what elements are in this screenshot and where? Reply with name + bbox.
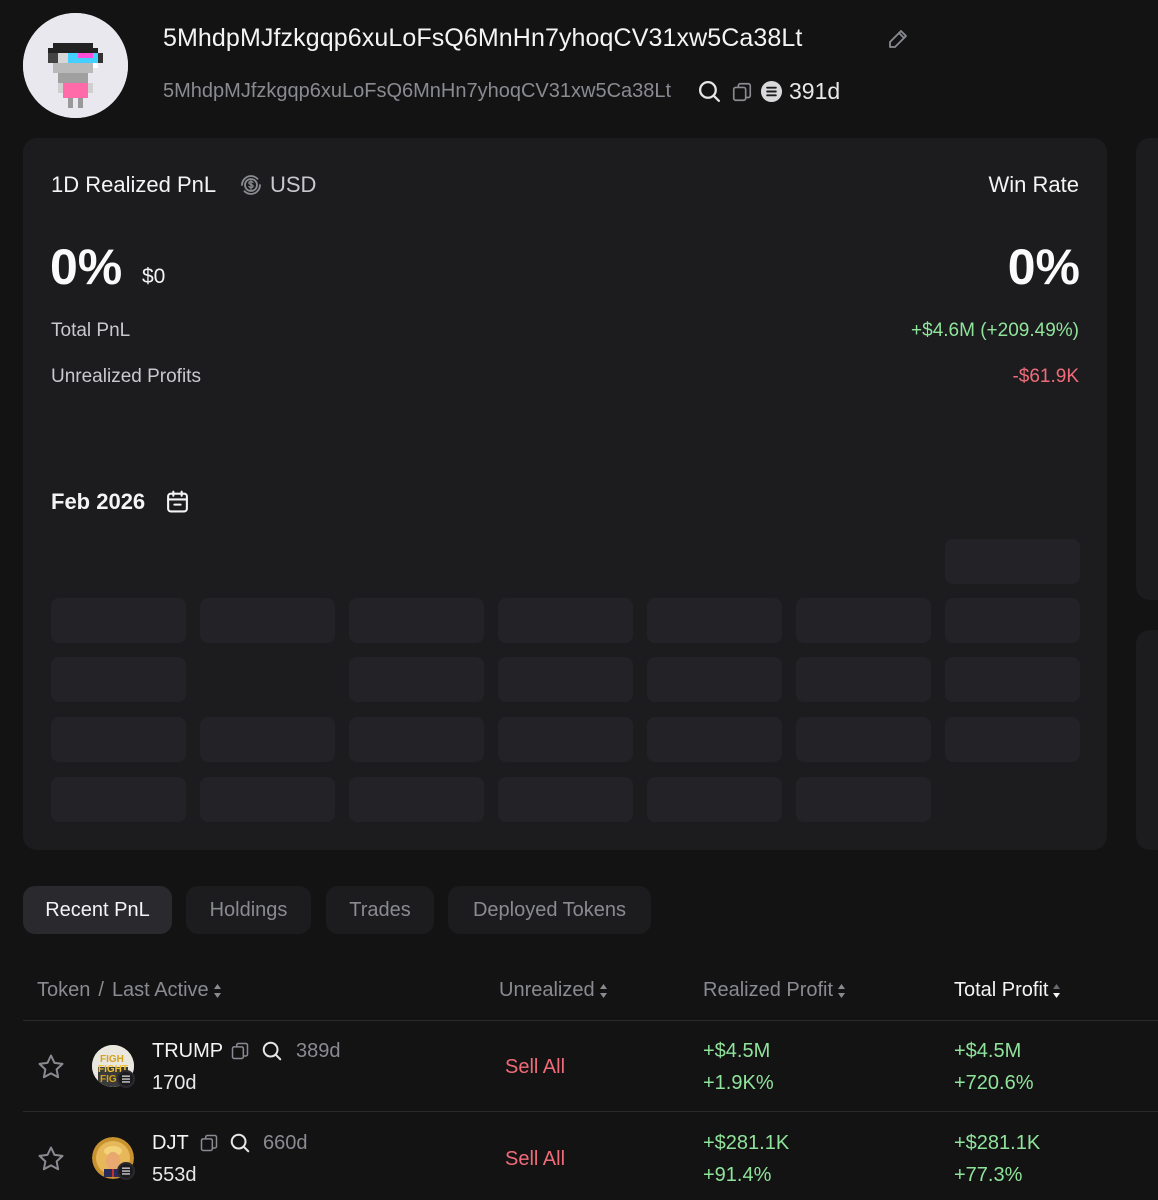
- calendar-day-cell[interactable]: [647, 777, 782, 822]
- calendar-day-cell[interactable]: [945, 598, 1080, 643]
- calendar-day-cell[interactable]: [945, 657, 1080, 702]
- calendar-day-cell[interactable]: [498, 657, 633, 702]
- copy-icon[interactable]: [199, 1133, 219, 1153]
- column-unrealized-label: Unrealized: [499, 979, 595, 1001]
- token-name[interactable]: TRUMP: [152, 1040, 223, 1063]
- realized-profit-usd: +$4.5M: [703, 1040, 771, 1062]
- calendar-day-cell[interactable]: [647, 717, 782, 762]
- sell-all-button[interactable]: Sell All: [505, 1148, 565, 1171]
- realized-pnl-usd: $0: [142, 265, 166, 288]
- calendar-day-cell[interactable]: [498, 717, 633, 762]
- token-age: 389d: [296, 1040, 341, 1062]
- calendar-day-cell[interactable]: [200, 777, 335, 822]
- solana-chain-badge-icon: [117, 1162, 135, 1180]
- copy-icon[interactable]: [230, 1041, 250, 1061]
- tab-recent-pnl[interactable]: Recent PnL: [23, 886, 172, 934]
- sort-icon[interactable]: [837, 983, 846, 999]
- edit-pencil-icon[interactable]: [886, 27, 910, 51]
- last-active: 170d: [152, 1072, 197, 1094]
- column-token-label: Token: [37, 979, 91, 1001]
- row-divider: [23, 1111, 1158, 1112]
- realized-profit-percent: +91.4%: [703, 1164, 772, 1186]
- column-last-active-label: Last Active: [111, 979, 209, 1001]
- token-name[interactable]: DJT: [152, 1132, 189, 1155]
- column-total-profit[interactable]: Total Profit: [954, 979, 1061, 1002]
- calendar-day-cell[interactable]: [796, 598, 931, 643]
- total-profit-percent: +720.6%: [954, 1072, 1034, 1094]
- calendar-day-cell[interactable]: [498, 777, 633, 822]
- solana-icon: [760, 80, 783, 103]
- calendar-day-cell[interactable]: [51, 777, 186, 822]
- column-realized-label: Realized Profit: [703, 979, 834, 1001]
- token-age: 660d: [263, 1132, 308, 1154]
- calendar-day-cell[interactable]: [945, 539, 1080, 584]
- solana-chain-badge-icon: [117, 1070, 135, 1088]
- currency-switch-icon[interactable]: [238, 172, 264, 198]
- svg-text:FIG: FIG: [100, 1074, 117, 1085]
- sell-all-button[interactable]: Sell All: [505, 1056, 565, 1079]
- calendar-day-cell[interactable]: [796, 657, 931, 702]
- total-profit-percent: +77.3%: [954, 1164, 1023, 1186]
- total-pnl-value: +$4.6M (+209.49%): [911, 320, 1079, 341]
- wallet-name: 5MhdpMJfzkgqp6xuLoFsQ6MnHn7yhoqCV31xw5Ca…: [163, 24, 803, 52]
- sort-desc-icon[interactable]: [1052, 983, 1061, 999]
- calendar-day-cell[interactable]: [51, 657, 186, 702]
- calendar-day-cell[interactable]: [498, 598, 633, 643]
- total-pnl-label: Total PnL: [51, 320, 131, 341]
- table-header-divider: [23, 1020, 1158, 1021]
- calendar-month: Feb 2026: [51, 489, 146, 514]
- column-separator: /: [98, 979, 104, 1001]
- column-unrealized[interactable]: Unrealized: [499, 979, 608, 1002]
- realized-profit-usd: +$281.1K: [703, 1132, 790, 1154]
- copy-icon[interactable]: [731, 81, 753, 103]
- calendar-day-cell[interactable]: [945, 717, 1080, 762]
- tab-trades[interactable]: Trades: [326, 886, 434, 934]
- wallet-age: 391d: [789, 78, 841, 104]
- search-icon[interactable]: [229, 1132, 251, 1154]
- realized-pnl-title: 1D Realized PnL: [51, 172, 217, 197]
- wallet-address: 5MhdpMJfzkgqp6xuLoFsQ6MnHn7yhoqCV31xw5Ca…: [163, 80, 672, 102]
- total-profit-usd: +$4.5M: [954, 1040, 1022, 1062]
- column-total-label: Total Profit: [954, 979, 1049, 1001]
- calendar-icon[interactable]: [165, 489, 190, 514]
- sort-icon[interactable]: [599, 983, 608, 999]
- realized-profit-percent: +1.9K%: [703, 1072, 774, 1094]
- calendar-day-cell[interactable]: [349, 717, 484, 762]
- tab-holdings[interactable]: Holdings: [186, 886, 311, 934]
- calendar-day-cell[interactable]: [647, 657, 782, 702]
- column-realized-profit[interactable]: Realized Profit: [703, 979, 846, 1002]
- search-icon[interactable]: [697, 79, 722, 104]
- side-panel-bottom: [1136, 630, 1158, 850]
- last-active: 553d: [152, 1164, 197, 1186]
- side-panel-top: [1136, 138, 1158, 600]
- calendar-day-cell[interactable]: [349, 777, 484, 822]
- calendar-day-cell[interactable]: [647, 598, 782, 643]
- calendar-day-cell[interactable]: [796, 717, 931, 762]
- star-icon[interactable]: [36, 1052, 66, 1082]
- calendar-day-cell[interactable]: [796, 777, 931, 822]
- calendar-day-cell[interactable]: [349, 598, 484, 643]
- realized-pnl-percent: 0%: [50, 239, 123, 295]
- total-profit-usd: +$281.1K: [954, 1132, 1041, 1154]
- currency-label[interactable]: USD: [270, 172, 316, 198]
- calendar-day-cell[interactable]: [200, 598, 335, 643]
- star-icon[interactable]: [36, 1144, 66, 1174]
- win-rate-value: 0%: [1007, 239, 1080, 295]
- search-icon[interactable]: [261, 1040, 283, 1062]
- calendar-day-cell[interactable]: [51, 717, 186, 762]
- column-token-last-active[interactable]: Token / Last Active: [37, 979, 222, 1002]
- calendar-day-cell[interactable]: [200, 717, 335, 762]
- unrealized-profits-label: Unrealized Profits: [51, 366, 201, 387]
- calendar-day-cell[interactable]: [51, 598, 186, 643]
- win-rate-title: Win Rate: [988, 172, 1079, 197]
- calendar-day-cell[interactable]: [349, 657, 484, 702]
- tab-deployed-tokens[interactable]: Deployed Tokens: [448, 886, 651, 934]
- sort-icon[interactable]: [213, 983, 222, 999]
- wallet-avatar: [23, 13, 128, 118]
- unrealized-profits-value: -$61.9K: [1012, 366, 1079, 387]
